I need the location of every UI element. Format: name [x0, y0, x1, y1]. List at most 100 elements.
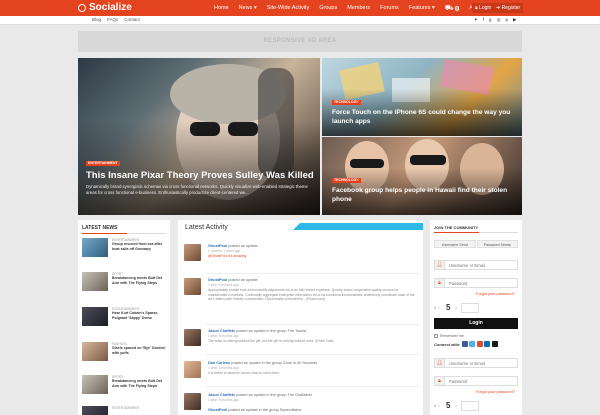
activity-body: It is better to deserve honors than to h… [208, 371, 280, 375]
latest-news-divider [82, 233, 166, 234]
avatar[interactable] [184, 278, 201, 295]
activity-user[interactable]: Jason Chaffetz [208, 393, 235, 397]
nav-news[interactable]: News ▾ [239, 5, 257, 11]
hero-bottom-right-post[interactable]: TECHNOLOGY Facebook group helps people i… [322, 137, 522, 215]
hero-main-post[interactable]: ENTERTAINMENT This Insane Pixar Theory P… [78, 58, 320, 215]
captcha-equals: = [455, 403, 458, 408]
google-plus-icon[interactable]: g [489, 17, 492, 23]
activity-time[interactable]: 1 year, 5 months ago [208, 283, 239, 287]
pinterest-icon[interactable]: p [506, 17, 509, 23]
logo-icon [78, 3, 86, 12]
captcha-input[interactable] [461, 303, 479, 313]
captcha-operator: 8 + [434, 403, 440, 408]
list-item[interactable]: ENTERTAINMENT Group rescued from sea aft… [82, 238, 168, 260]
captcha-row: 8 + 5 = [434, 302, 518, 314]
site-logo[interactable]: Socialize [78, 2, 132, 13]
register-button[interactable]: ➜ Register [493, 3, 524, 13]
connect-label: Connect with: [434, 341, 461, 347]
youtube-icon[interactable]: ▶ [513, 17, 516, 23]
nav-groups[interactable]: Groups [319, 5, 337, 11]
google-connect-icon[interactable] [476, 341, 483, 347]
top-navbar: Socialize Home News ▾ Site-Wide Activity… [0, 0, 600, 16]
list-item[interactable]: SPORT Breakdancing meets Butt Det Arm wi… [82, 272, 168, 294]
news-thumbnail[interactable] [82, 238, 108, 257]
activity-time[interactable]: 1 year, 5 months ago [208, 398, 239, 402]
twitter-connect-icon[interactable] [469, 341, 476, 347]
tab-password[interactable]: Password Sends [476, 240, 518, 248]
news-thumbnail[interactable] [82, 272, 108, 291]
activity-user[interactable]: GhostPool [208, 278, 227, 282]
activity-time[interactable]: 1 year, 5 months ago [208, 334, 239, 338]
password-input-2[interactable] [449, 378, 515, 384]
subnav-blog[interactable]: Blog [92, 17, 101, 22]
username-input[interactable] [449, 262, 515, 268]
tab-username[interactable]: Username Send [434, 240, 476, 248]
avatar[interactable] [184, 329, 201, 346]
login-button[interactable]: 🔒︎ Login [472, 3, 495, 13]
username-field[interactable]: 👤︎ [434, 260, 518, 270]
hero-bottom-right-category[interactable]: TECHNOLOGY [332, 178, 361, 183]
secondary-bar: Blog FAQs Contact ✦ f g ◎ p ▶ [0, 16, 600, 25]
remember-me[interactable]: Remember me [434, 334, 464, 338]
news-title[interactable]: Gisele spaced on 'Bye' Gordon' with yuff… [112, 346, 168, 355]
divider [206, 354, 420, 355]
join-tabs: Username Send Password Sends [434, 240, 518, 248]
ad-area[interactable]: RESPONSIVE AD AREA [78, 31, 522, 52]
activity-user[interactable]: GhostPool [208, 244, 227, 248]
hero-bottom-right-title[interactable]: Facebook group helps people in Hawaii fi… [332, 187, 517, 204]
password-field[interactable]: 🔒︎ [434, 278, 518, 288]
cart-icon[interactable]: ⛟ 0 [445, 4, 460, 13]
password-input[interactable] [449, 280, 515, 286]
nav-home[interactable]: Home [214, 5, 229, 11]
password-field-2[interactable]: 🔒︎ [434, 376, 518, 386]
news-title[interactable]: Breakdancing meets Butt Det Arm with The… [112, 276, 168, 285]
news-title[interactable]: Hear Kurt Cobain's Sparse, Poignant 'Sap… [112, 311, 168, 320]
hero-main-category[interactable]: ENTERTAINMENT [86, 161, 120, 166]
subnav-faqs[interactable]: FAQs [107, 17, 118, 22]
captcha-input[interactable] [461, 401, 479, 411]
activity-time[interactable]: 1 year, 5 months ago [208, 366, 239, 370]
list-item[interactable]: ENTERTAINMENT Hear Kurt Cobain's Sparse,… [82, 307, 168, 329]
instagram-icon[interactable]: ◎ [497, 17, 501, 23]
secondary-nav: Blog FAQs Contact [92, 17, 140, 22]
linkedin-connect-icon[interactable] [484, 341, 491, 347]
avatar[interactable] [184, 361, 201, 378]
facebook-connect-icon[interactable] [461, 341, 468, 347]
nav-site-wide-activity[interactable]: Site-Wide Activity [267, 5, 309, 11]
forgot-password-link[interactable]: Forgot your password? [476, 292, 515, 296]
news-category: ENTERTAINMENT [112, 406, 140, 410]
avatar[interactable] [184, 244, 201, 261]
news-thumbnail[interactable] [82, 342, 108, 361]
hero-top-right-title[interactable]: Force Touch on the iPhone 6S could chang… [332, 109, 517, 126]
activity-action: posted an update in the group The Touris… [236, 329, 307, 333]
nav-members[interactable]: Members [347, 5, 370, 11]
login-submit-button[interactable]: Login [434, 318, 518, 329]
nav-features[interactable]: Features ▾ [409, 5, 435, 11]
twitter-icon[interactable]: ✦ [474, 17, 478, 23]
activity-line: Dan Corless posted an update in the grou… [208, 361, 317, 365]
activity-time[interactable]: 2 months, 1 week ago [208, 249, 240, 253]
list-item[interactable]: FASHION Gisele spaced on 'Bye' Gordon' w… [82, 342, 168, 364]
list-item[interactable]: SPORT Breakdancing meets Butt Det Arm wi… [82, 375, 168, 397]
hero-main-title[interactable]: This Insane Pixar Theory Proves Sulley W… [86, 170, 316, 181]
news-thumbnail[interactable] [82, 406, 108, 415]
news-thumbnail[interactable] [82, 375, 108, 394]
facebook-icon[interactable]: f [483, 17, 484, 23]
nav-forums[interactable]: Forums [380, 5, 399, 11]
forgot-password-link-2[interactable]: Forgot your password? [476, 390, 515, 394]
username-input-2[interactable] [449, 360, 515, 366]
news-thumbnail[interactable] [82, 307, 108, 326]
activity-action: posted an update [228, 244, 258, 248]
activity-user[interactable]: Dan Corless [208, 361, 230, 365]
remember-checkbox[interactable] [434, 334, 438, 338]
list-item[interactable]: ENTERTAINMENT [82, 406, 168, 415]
subnav-contact[interactable]: Contact [124, 17, 140, 22]
news-title[interactable]: Breakdancing meets Butt Det Arm with The… [112, 379, 168, 388]
username-field-2[interactable]: 👤︎ [434, 358, 518, 368]
hero-top-right-category[interactable]: TECHNOLOGY [332, 100, 361, 105]
hero-top-right-post[interactable]: TECHNOLOGY Force Touch on the iPhone 6S … [322, 58, 522, 136]
activity-user[interactable]: GhostPool [208, 408, 227, 412]
github-connect-icon[interactable] [491, 341, 498, 347]
activity-user[interactable]: Jason Chaffetz [208, 329, 235, 333]
news-title[interactable]: Group rescued from sea after boat sails … [112, 242, 168, 251]
